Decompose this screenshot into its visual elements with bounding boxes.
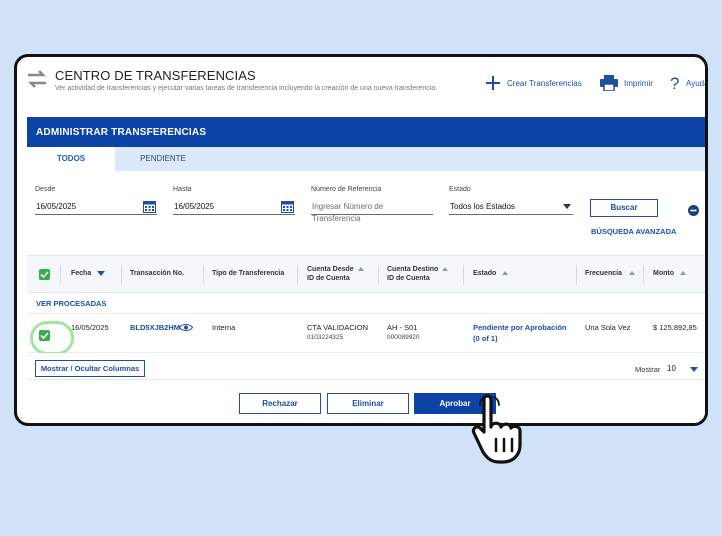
from-date-input[interactable]: 16/05/2025 xyxy=(35,201,157,215)
highlight-ring xyxy=(30,321,74,355)
panel-title: ADMINISTRAR TRANSFERENCIAS xyxy=(27,117,705,147)
header-from-account-label: Cuenta Desde xyxy=(307,266,354,273)
eye-icon[interactable] xyxy=(179,323,193,332)
hand-pointer-icon xyxy=(471,394,522,464)
header-status[interactable]: Estado xyxy=(473,270,509,277)
header-from-account-id: ID de Cuenta xyxy=(307,275,350,282)
header-divider xyxy=(203,265,204,285)
row-from-account: CTA VALIDACION xyxy=(307,323,368,332)
status-label: Estado xyxy=(449,186,471,193)
print-label: Imprimir xyxy=(624,78,653,88)
reference-label: Número de Referencia xyxy=(311,186,382,193)
header-divider xyxy=(576,265,577,285)
create-transfer-button[interactable]: Crear Transferencias xyxy=(485,75,582,91)
sort-icon xyxy=(628,271,635,276)
header-to-account-label: Cuenta Destino xyxy=(387,266,439,273)
advanced-search-link[interactable]: BÚSQUEDA AVANZADA xyxy=(591,227,676,236)
row-status-link[interactable]: Pendiente por Aprobación xyxy=(473,323,566,332)
header-date-label: Fecha xyxy=(71,270,92,277)
print-button[interactable]: Imprimir xyxy=(600,75,653,91)
calendar-icon[interactable] xyxy=(143,200,156,213)
to-date-label: Hasta xyxy=(173,186,192,193)
delete-button[interactable]: Eliminar xyxy=(327,393,409,414)
help-label: Ayuda xyxy=(686,78,708,88)
app-window: CENTRO DE TRANSFERENCIAS Ver actividad d… xyxy=(14,54,708,426)
reject-button[interactable]: Rechazar xyxy=(239,393,321,414)
header-to-account[interactable]: Cuenta Destino ID de Cuenta xyxy=(387,265,449,283)
check-icon xyxy=(40,332,49,340)
chevron-down-icon xyxy=(563,204,571,209)
printer-icon xyxy=(600,75,618,91)
row-amount: $ 125.892,85 xyxy=(653,323,697,332)
header-frequency[interactable]: Frecuencia xyxy=(585,270,635,277)
processed-section-label[interactable]: VER PROCESADAS xyxy=(36,299,106,308)
tab-todos[interactable]: TODOS xyxy=(27,147,115,171)
row-date: 16/05/2025 xyxy=(71,323,109,332)
row-select-area xyxy=(30,321,74,355)
create-transfer-label: Crear Transferencias xyxy=(507,78,582,88)
toggle-columns-button[interactable]: Mostrar / Ocultar Columnas xyxy=(35,360,145,377)
page-size-label: Mostrar xyxy=(635,365,661,374)
manage-transfers-panel: ADMINISTRAR TRANSFERENCIAS TODOS PENDIEN… xyxy=(27,117,705,423)
help-button[interactable]: ? Ayuda xyxy=(670,75,708,91)
row-frequency: Una Sola Vez xyxy=(585,323,631,332)
top-bar: CENTRO DE TRANSFERENCIAS Ver actividad d… xyxy=(17,57,705,113)
sort-icon xyxy=(680,271,686,276)
row-to-account-id: 000089920 xyxy=(387,334,420,341)
header-divider xyxy=(463,265,464,285)
select-all-checkbox[interactable] xyxy=(39,269,50,280)
sort-icon xyxy=(502,271,509,276)
row-transaction-link[interactable]: BLD5XJB2HM xyxy=(130,323,180,332)
header-to-account-id: ID de Cuenta xyxy=(387,275,430,282)
sort-icon xyxy=(357,267,364,272)
filter-section: Desde 16/05/2025 Hasta 16/05/2025 Número… xyxy=(27,171,705,251)
to-date-input[interactable]: 16/05/2025 xyxy=(173,201,295,215)
help-question-icon: ? xyxy=(670,75,679,91)
chevron-down-icon[interactable] xyxy=(690,367,698,372)
page-size-select[interactable]: 10 xyxy=(667,364,676,373)
header-divider xyxy=(60,265,61,285)
header-date[interactable]: Fecha xyxy=(71,270,106,277)
header-divider xyxy=(297,265,298,285)
header-amount[interactable]: Monto xyxy=(653,270,686,277)
table-header: Fecha Transacción No. Tipo de Transferen… xyxy=(27,255,705,293)
transfer-swap-icon xyxy=(27,70,47,88)
header-from-account[interactable]: Cuenta Desde ID de Cuenta xyxy=(307,265,364,283)
check-icon xyxy=(40,271,49,279)
action-buttons: Rechazar Eliminar Aprobar xyxy=(27,379,705,423)
status-select[interactable]: Todos los Estados xyxy=(449,201,573,215)
page-title: CENTRO DE TRANSFERENCIAS xyxy=(55,68,256,83)
table-footer: Mostrar / Ocultar Columnas Mostrar 10 xyxy=(27,353,705,379)
tab-bar: TODOS PENDIENTE xyxy=(27,147,705,171)
from-date-label: Desde xyxy=(35,186,56,193)
tab-pendiente[interactable]: PENDIENTE xyxy=(115,147,211,171)
row-type: Interna xyxy=(212,323,236,332)
table-row[interactable]: 16/05/2025 BLD5XJB2HM Interna CTA VALIDA… xyxy=(27,313,705,355)
header-divider xyxy=(378,265,379,285)
row-from-account-id: 0103224325 xyxy=(307,334,344,341)
reference-input[interactable]: Ingresar Número de Transferencia xyxy=(311,201,433,223)
page-subtitle: Ver actividad de transferencias y ejecut… xyxy=(55,85,438,92)
sort-desc-icon xyxy=(97,270,106,276)
header-divider xyxy=(643,265,644,285)
header-transaction: Transacción No. xyxy=(130,270,185,277)
row-to-account: AH - S01 xyxy=(387,323,418,332)
plus-icon xyxy=(486,76,500,90)
header-frequency-label: Frecuencia xyxy=(585,270,622,277)
header-divider xyxy=(121,265,122,285)
row-status-count[interactable]: (0 of 1) xyxy=(473,334,498,343)
sort-icon xyxy=(442,267,449,272)
collapse-minus-icon[interactable] xyxy=(688,205,699,216)
calendar-icon[interactable] xyxy=(281,200,294,213)
svg-text:?: ? xyxy=(670,75,679,91)
header-type: Tipo de Transferencia xyxy=(212,270,285,277)
header-status-label: Estado xyxy=(473,270,497,277)
row-checkbox[interactable] xyxy=(39,330,50,341)
header-amount-label: Monto xyxy=(653,270,674,277)
search-button[interactable]: Buscar xyxy=(590,199,658,217)
